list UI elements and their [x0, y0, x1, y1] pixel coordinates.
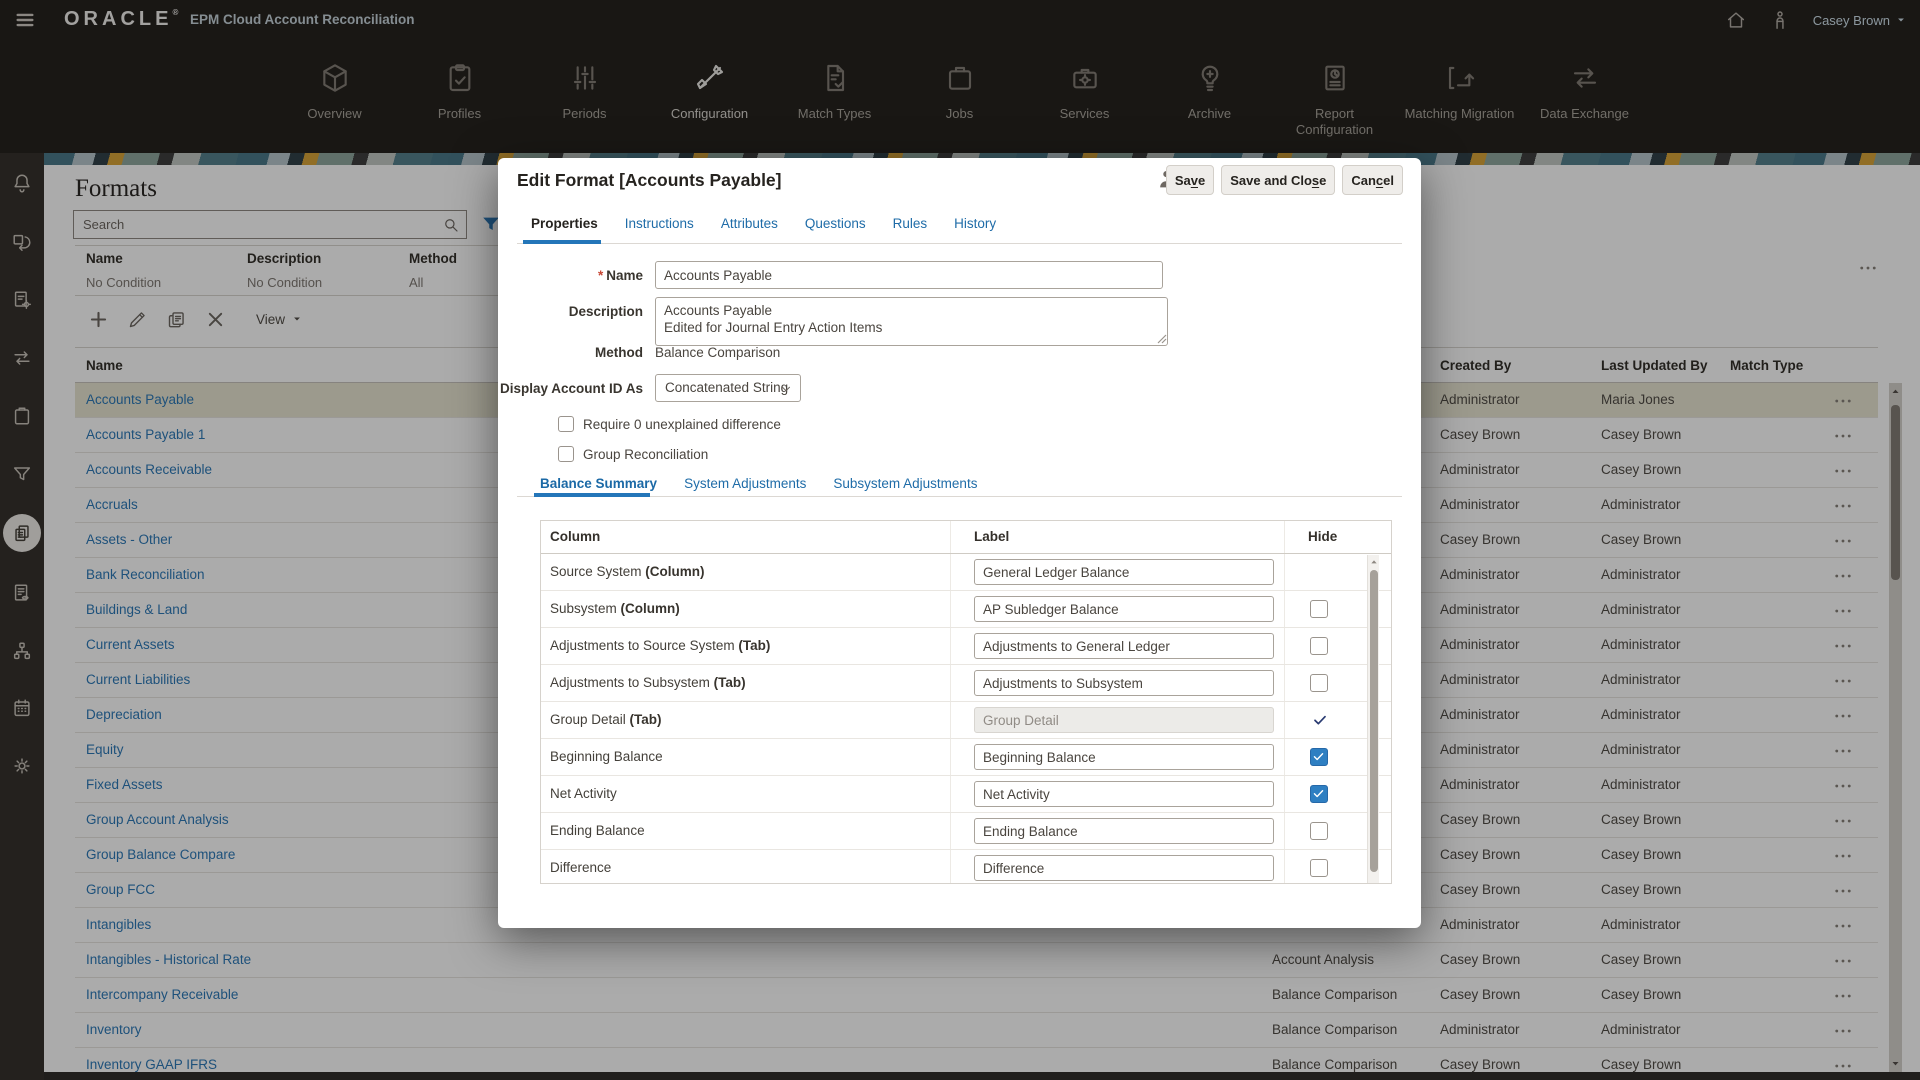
hide-checkbox[interactable] [1310, 748, 1328, 766]
label-field[interactable] [974, 670, 1274, 696]
display-account-id-value: Concatenated String [665, 380, 788, 395]
tab-properties[interactable]: Properties [531, 216, 598, 231]
label-field [974, 707, 1274, 733]
tab-rules[interactable]: Rules [893, 216, 928, 231]
description-field[interactable]: Accounts Payable Edited for Journal Entr… [655, 297, 1168, 346]
hide-checkbox[interactable] [1310, 822, 1328, 840]
balance-column-name: Subsystem (Column) [550, 601, 680, 616]
balance-summary-table: Column Label Hide Source System (Column)… [540, 520, 1392, 884]
balance-column-name: Net Activity [550, 786, 617, 801]
hide-checkbox[interactable] [1310, 600, 1328, 618]
label-field[interactable] [974, 818, 1274, 844]
active-tab-underline [523, 240, 601, 244]
balance-column-name: Group Detail (Tab) [550, 712, 662, 727]
cancel-button[interactable]: Cancel [1342, 165, 1403, 195]
checkbox-row: Require 0 unexplained difference [558, 416, 781, 432]
edit-format-dialog: Edit Format [Accounts Payable] ? Save Sa… [498, 158, 1421, 928]
scroll-up-icon[interactable] [1370, 558, 1378, 566]
balance-table-row: Adjustments to Source System (Tab) [541, 628, 1392, 665]
checkbox[interactable] [558, 416, 574, 432]
column-header-label: Label [974, 529, 1009, 544]
balance-table-row: Adjustments to Subsystem (Tab) [541, 665, 1392, 702]
balance-table-row: Difference [541, 850, 1392, 884]
dialog-tabs: Properties Instructions Attributes Question… [531, 216, 996, 231]
scrollbar-thumb[interactable] [1370, 570, 1378, 872]
label-field[interactable] [974, 855, 1274, 881]
balance-column-name: Adjustments to Source System (Tab) [550, 638, 770, 653]
balance-column-name: Adjustments to Subsystem (Tab) [550, 675, 746, 690]
balance-column-name: Beginning Balance [550, 749, 663, 764]
balance-column-name: Source System (Column) [550, 564, 705, 579]
dialog-title: Edit Format [Accounts Payable] [517, 170, 782, 191]
tab-instructions[interactable]: Instructions [625, 216, 694, 231]
checkbox-label: Group Reconciliation [583, 447, 708, 462]
required-marker: * [598, 268, 603, 283]
save-button[interactable]: Save [1166, 165, 1214, 195]
label-field[interactable] [974, 744, 1274, 770]
check-icon [1312, 712, 1328, 728]
column-header-column: Column [550, 529, 600, 544]
subtab-subsystem-adjustments[interactable]: Subsystem Adjustments [833, 476, 977, 491]
subtab-balance-summary[interactable]: Balance Summary [540, 476, 657, 491]
balance-table-scrollbar[interactable] [1367, 555, 1379, 884]
label-field[interactable] [974, 633, 1274, 659]
balance-table-row: Subsystem (Column) [541, 591, 1392, 628]
tab-attributes[interactable]: Attributes [721, 216, 778, 231]
balance-table-row: Ending Balance [541, 813, 1392, 850]
hide-checkbox[interactable] [1310, 859, 1328, 877]
active-subtab-underline [534, 493, 650, 497]
checkbox[interactable] [558, 446, 574, 462]
method-field-label: Method [498, 345, 643, 360]
description-field-label: Description [498, 304, 643, 319]
hide-checkbox[interactable] [1310, 785, 1328, 803]
name-field-label: *Name [498, 268, 643, 283]
label-field[interactable] [974, 596, 1274, 622]
column-header-hide: Hide [1308, 529, 1337, 544]
chevron-down-icon [779, 382, 793, 396]
label-field[interactable] [974, 559, 1274, 585]
divider [517, 243, 1402, 244]
balance-table-row: Source System (Column) [541, 554, 1392, 591]
name-field[interactable] [655, 261, 1163, 289]
balance-table-row: Group Detail (Tab) [541, 702, 1392, 739]
hide-checkbox[interactable] [1310, 674, 1328, 692]
balance-column-name: Ending Balance [550, 823, 645, 838]
balance-table-header: Column Label Hide [541, 521, 1392, 554]
display-account-id-label: Display Account ID As [498, 381, 643, 396]
display-account-id-select[interactable]: Concatenated String [655, 374, 801, 402]
save-and-close-button[interactable]: Save and Close [1221, 165, 1335, 195]
checkbox-label: Require 0 unexplained difference [583, 417, 781, 432]
subtab-system-adjustments[interactable]: System Adjustments [684, 476, 806, 491]
tab-questions[interactable]: Questions [805, 216, 866, 231]
balance-table-row: Net Activity [541, 776, 1392, 813]
checkbox-row: Group Reconciliation [558, 446, 708, 462]
resize-grip-icon[interactable] [1157, 334, 1167, 344]
hide-checkbox[interactable] [1310, 637, 1328, 655]
tab-history[interactable]: History [954, 216, 996, 231]
app-root: ORACLE® EPM Cloud Account Reconciliation… [0, 0, 1920, 1080]
balance-subtabs: Balance Summary System Adjustments Subsyst… [540, 476, 977, 491]
balance-table-row: Beginning Balance [541, 739, 1392, 776]
balance-column-name: Difference [550, 860, 611, 875]
method-value: Balance Comparison [655, 345, 780, 360]
label-field[interactable] [974, 781, 1274, 807]
